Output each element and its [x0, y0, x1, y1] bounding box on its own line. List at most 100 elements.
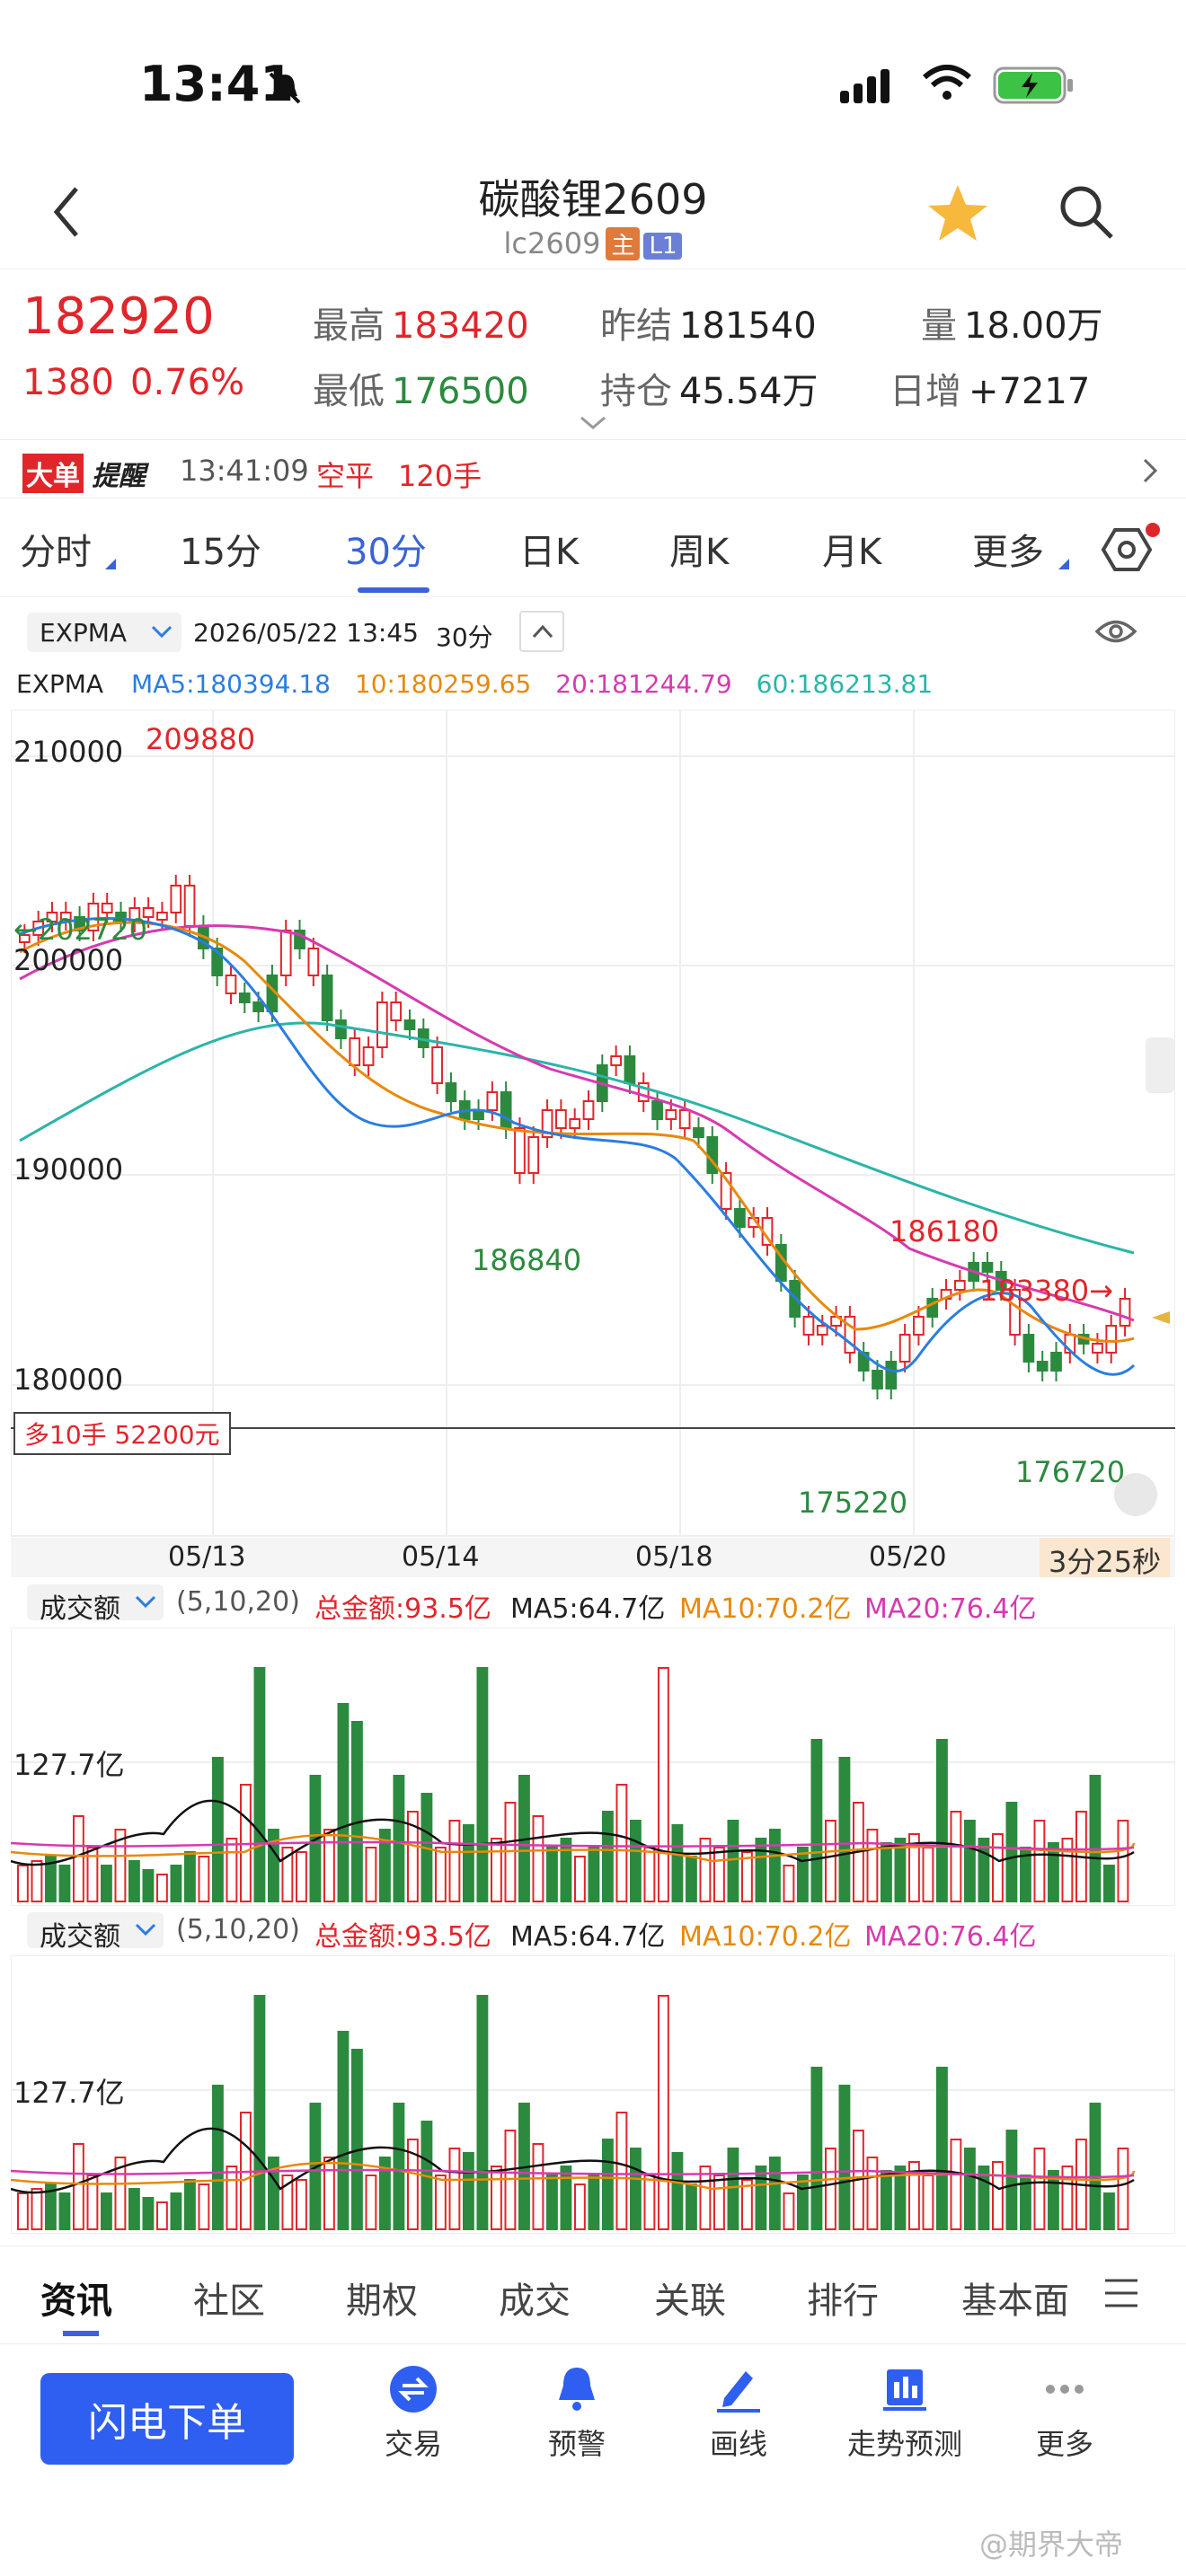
volume-bar — [491, 2166, 502, 2230]
left-marker: ←202720 — [13, 913, 147, 947]
candle — [569, 1118, 581, 1129]
favorite-star-icon[interactable] — [925, 181, 990, 244]
open-interest-label: 持仓 — [600, 371, 672, 412]
draw-line-button[interactable]: 画线 — [667, 2364, 810, 2463]
volume-bar — [296, 2179, 307, 2230]
search-icon[interactable] — [1056, 181, 1119, 244]
volume-bar — [393, 1775, 405, 1902]
volume-chart-1[interactable] — [11, 1628, 1175, 1906]
collapse-button[interactable] — [519, 611, 564, 652]
volume-bar — [156, 2201, 168, 2230]
volume-bar — [1089, 1775, 1102, 1902]
volume-ma5: MA5:64.7亿 — [510, 1593, 666, 1625]
chevron-down-icon — [151, 625, 173, 639]
volume-indicator-selector[interactable]: 成交额 — [27, 1912, 164, 1953]
side-drawer-handle[interactable] — [1146, 1037, 1174, 1093]
volume-bar — [351, 1721, 363, 1902]
volume-bar — [448, 1820, 461, 1902]
chart-settings-icon[interactable] — [1101, 523, 1164, 577]
volume-bar — [58, 2192, 71, 2230]
indicator-name: EXPMA — [40, 618, 128, 648]
volume-header-1: 成交额 (5,10,20) 总金额:93.5亿 MA5:64.7亿 MA10:7… — [0, 1581, 1186, 1626]
volume-bar — [476, 1995, 489, 2230]
volume-bar — [658, 1667, 669, 1902]
volume-level-label: 127.7亿 — [13, 1748, 125, 1782]
level1-badge: L1 — [643, 233, 683, 260]
indicator-label: EXPMA — [16, 669, 104, 699]
alert-button[interactable]: 预警 — [505, 2364, 649, 2463]
trade-label: 交易 — [384, 2427, 442, 2461]
volume-bar — [170, 2192, 182, 2230]
tab-related[interactable]: 关联 — [654, 2272, 726, 2324]
volume-bar — [532, 1815, 544, 1902]
big-order-alert-bar[interactable]: 大单 提醒 13:41:09 空平 120手 — [0, 445, 1186, 498]
expand-chevron-icon[interactable] — [580, 415, 606, 431]
flash-order-button[interactable]: 闪电下单 — [40, 2373, 294, 2465]
alert-badge-text: 提醒 — [92, 461, 146, 492]
volume-bar — [101, 2192, 112, 2230]
volume-ma20: MA20:76.4亿 — [864, 1593, 1037, 1625]
volume-bar — [73, 2143, 84, 2230]
indicator-selector[interactable]: EXPMA — [27, 613, 181, 652]
visibility-eye-icon[interactable] — [1094, 616, 1137, 647]
volume-bar — [323, 1829, 335, 1902]
volume-bar — [1061, 1838, 1074, 1902]
chevron-up-icon — [532, 624, 553, 639]
period-tabs: 分时 15分 30分 日K 周K 月K 更多 — [0, 503, 1186, 597]
volume-bar — [1005, 2130, 1018, 2230]
volume-bar — [1033, 1820, 1046, 1902]
trade-button[interactable]: 交易 — [341, 2364, 485, 2463]
volume-bar — [699, 2166, 712, 2230]
tab-news[interactable]: 资讯 — [40, 2272, 112, 2324]
bottom-toolbar: 闪电下单 交易 预警 画线 走势预测 更多 — [0, 2346, 1186, 2481]
volume-bar — [671, 1824, 684, 1902]
menu-icon[interactable] — [1103, 2275, 1139, 2311]
more-dots-icon — [1046, 2385, 1084, 2394]
volume-label: 量 — [921, 305, 957, 347]
trend-forecast-button[interactable]: 走势预测 — [828, 2364, 981, 2463]
tab-intraday[interactable]: 分时 — [20, 523, 92, 575]
tab-week-k[interactable]: 周K — [669, 523, 729, 575]
volume-bars-group — [17, 1995, 1129, 2230]
tab-month-k[interactable]: 月K — [822, 523, 881, 575]
tab-ranking[interactable]: 排行 — [807, 2272, 879, 2324]
volume-bar — [727, 2148, 739, 2230]
tab-30min[interactable]: 30分 — [345, 523, 427, 575]
volume-bar — [713, 2175, 725, 2230]
main-contract-badge: 主 — [606, 227, 641, 260]
tab-fundamentals[interactable]: 基本面 — [961, 2272, 1078, 2324]
tab-community[interactable]: 社区 — [193, 2272, 265, 2324]
tab-more[interactable]: 更多 — [972, 523, 1044, 575]
more-button[interactable]: 更多 — [993, 2364, 1137, 2463]
volume-bar — [783, 1865, 795, 1902]
position-box[interactable]: 多10手 52200元 — [13, 1412, 231, 1455]
candle — [953, 1280, 966, 1291]
fullscreen-button[interactable] — [1114, 1473, 1157, 1516]
volume-indicator-selector[interactable]: 成交额 — [27, 1584, 164, 1625]
tab-trades[interactable]: 成交 — [499, 2272, 571, 2324]
volume-total: 总金额:93.5亿 — [314, 1921, 491, 1953]
volume-bar — [435, 2175, 447, 2230]
ma10-line — [19, 921, 1135, 1343]
volume-bar — [964, 1820, 976, 1902]
candle — [403, 1019, 416, 1030]
date-label: 05/18 — [635, 1541, 713, 1573]
volume-chart-2[interactable] — [11, 1955, 1175, 2234]
candle — [651, 1100, 663, 1120]
volume-bar — [184, 1851, 196, 1902]
volume-bar — [992, 2161, 1004, 2230]
candle — [610, 1055, 622, 1066]
ma5-line — [19, 917, 1136, 1376]
volume-bar — [825, 1820, 836, 1902]
page-title: 碳酸锂2609 — [478, 175, 708, 224]
volume-bar — [922, 2175, 934, 2230]
tab-15min[interactable]: 15分 — [180, 523, 261, 575]
price-change-pct: 0.76% — [130, 362, 245, 403]
ma10-value: 10:180259.65 — [354, 669, 532, 699]
volume-bar — [769, 1829, 781, 1902]
tab-day-k[interactable]: 日K — [519, 523, 579, 575]
volume-bar — [1005, 1802, 1018, 1902]
y-axis-label-200000: 200000 — [13, 943, 124, 977]
candle — [486, 1091, 499, 1111]
tab-options[interactable]: 期权 — [346, 2272, 418, 2324]
